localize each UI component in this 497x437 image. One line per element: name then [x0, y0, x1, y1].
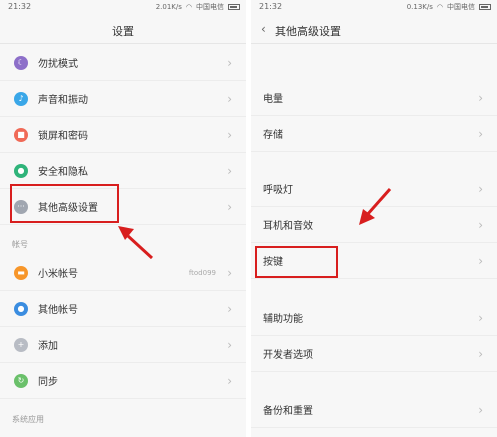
advanced-settings-screen: 21:32 0.13K/s ◠ 中国电信 ‹ 其他高级设置 电量 › 存储 › … — [251, 0, 497, 437]
settings-screen: 21:32 2.01K/s ◠ 中国电信 设置 ☾ 勿扰模式 › ♪ 声音和振动… — [0, 0, 246, 437]
pointer-arrow — [118, 226, 154, 260]
pointer-arrow — [359, 188, 392, 225]
